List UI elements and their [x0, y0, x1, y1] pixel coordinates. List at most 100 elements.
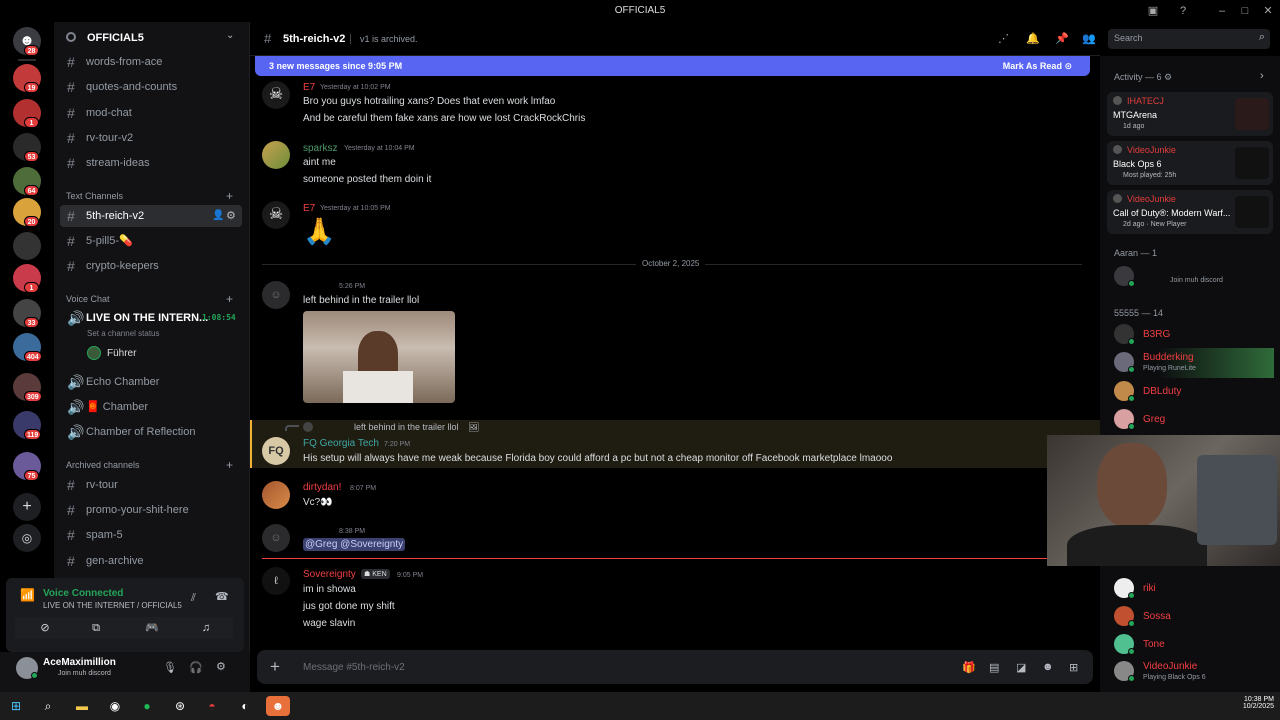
channel-item[interactable]: # words-from-ace: [60, 51, 242, 73]
channel-item[interactable]: # mod-chat: [60, 102, 242, 124]
avatar[interactable]: [262, 141, 290, 169]
help-icon[interactable]: ?: [1175, 3, 1191, 19]
minimize-icon[interactable]: –: [1214, 3, 1230, 19]
microphone-icon[interactable]: 🎙: [163, 661, 177, 674]
channel-topic[interactable]: v1 is archived.: [360, 34, 418, 44]
avatar[interactable]: FQ: [262, 437, 290, 465]
server-icon[interactable]: [13, 232, 41, 260]
message-author[interactable]: sparksz: [303, 143, 337, 154]
sticker-icon[interactable]: ◪: [1016, 661, 1026, 674]
activity-button[interactable]: 🎮: [123, 617, 181, 639]
noise-suppression-icon[interactable]: ⫽: [191, 592, 196, 605]
pin-icon[interactable]: 📌: [1055, 32, 1069, 45]
channel-item[interactable]: 🔊 Echo Chamber: [60, 371, 242, 393]
settings-gear-icon[interactable]: ⚙: [216, 660, 226, 673]
avatar[interactable]: ☺: [262, 524, 290, 552]
avatar[interactable]: ☠: [262, 201, 290, 229]
category-text-channels[interactable]: Text Channels: [66, 191, 123, 201]
discover-icon[interactable]: ◎: [13, 524, 41, 552]
server-name[interactable]: OFFICIAL5: [87, 32, 144, 44]
channel-item[interactable]: #5-pill5-💊: [60, 230, 242, 252]
message-author[interactable]: E7: [303, 203, 315, 214]
gif-icon[interactable]: ▤: [989, 661, 999, 674]
chevron-down-icon[interactable]: ⌄: [226, 30, 234, 41]
clan-tag[interactable]: ☗ KEN: [361, 569, 390, 579]
camera-button[interactable]: ⊘: [15, 617, 75, 639]
channel-item[interactable]: # rv-tour-v2: [60, 127, 242, 149]
inbox-icon[interactable]: ▣: [1145, 3, 1161, 19]
channel-item[interactable]: # crypto-keepers: [60, 255, 242, 277]
voice-connected-label[interactable]: Voice Connected: [43, 588, 123, 599]
mention-text[interactable]: @Greg @Sovereignty: [303, 538, 406, 551]
soundboard-button[interactable]: ♫: [179, 617, 233, 639]
discord-taskbar-icon[interactable]: ☻: [266, 696, 290, 716]
message-author[interactable]: dirtydan!: [303, 482, 341, 493]
activity-header[interactable]: Activity — 6 ⚙: [1114, 72, 1172, 83]
start-icon[interactable]: ⊞: [6, 696, 26, 716]
avatar[interactable]: [262, 481, 290, 509]
gift-icon[interactable]: 🎁: [962, 661, 976, 674]
member-item[interactable]: Tone: [1114, 634, 1274, 656]
app-icon[interactable]: ⊛: [170, 696, 190, 716]
spotify-icon[interactable]: ●: [137, 696, 157, 716]
channel-item[interactable]: # spam-5: [60, 524, 242, 546]
message-author[interactable]: Sovereignty: [303, 569, 356, 580]
member-item[interactable]: VideoJunkie Playing Black Ops 6: [1114, 661, 1274, 683]
channel-item[interactable]: #5th-reich-v2 👤 ⚙: [60, 205, 242, 227]
member-list-icon[interactable]: 👥: [1082, 32, 1096, 45]
chrome-icon[interactable]: ◉: [105, 696, 125, 716]
voice-connected-location[interactable]: LIVE ON THE INTERNET / OFFICIAL5: [43, 601, 182, 610]
avatar[interactable]: ☺: [262, 281, 290, 309]
member-item[interactable]: DBLduty: [1114, 381, 1274, 403]
clock[interactable]: 10:38 PM 10/2/2025: [1236, 696, 1274, 710]
add-channel-icon[interactable]: +: [226, 458, 233, 472]
search-icon[interactable]: ⌕: [38, 696, 58, 716]
channel-item[interactable]: 🔊 Chamber of Reflection: [60, 421, 242, 443]
message-input[interactable]: Message #5th-reich-v2: [303, 662, 405, 673]
member-item[interactable]: Budderking Playing RuneLite: [1108, 348, 1274, 378]
voice-user[interactable]: Führer: [107, 348, 136, 359]
member-item[interactable]: riki: [1114, 578, 1274, 600]
headphones-icon[interactable]: 🎧: [189, 661, 203, 674]
pokeball-icon[interactable]: ◓: [202, 696, 222, 716]
member-item[interactable]: B3RG: [1114, 324, 1274, 346]
channel-status[interactable]: Set a channel status: [87, 329, 160, 338]
apps-icon[interactable]: ⊞: [1069, 661, 1078, 674]
channel-item[interactable]: # rv-tour: [60, 474, 242, 496]
close-icon[interactable]: ✕: [1260, 3, 1276, 19]
username[interactable]: AceMaximillion: [43, 657, 116, 668]
avatar[interactable]: ☠: [262, 81, 290, 109]
threads-icon[interactable]: ⋰: [998, 32, 1009, 45]
channel-item[interactable]: # gen-archive: [60, 550, 242, 572]
channel-item[interactable]: # promo-your-shit-here: [60, 499, 242, 521]
channel-item[interactable]: # stream-ideas: [60, 152, 242, 174]
search-input[interactable]: Search ⌕: [1108, 29, 1270, 49]
reply-preview-text[interactable]: left behind in the trailer llol: [354, 422, 459, 432]
attach-plus-icon[interactable]: +: [270, 657, 280, 677]
channel-item[interactable]: 🔊 LIVE ON THE INTERN... 1:08:54: [60, 307, 242, 329]
notification-bell-icon[interactable]: 🔔: [1026, 32, 1040, 45]
activity-card[interactable]: VideoJunkie Call of Duty®: Modern Warf...…: [1107, 190, 1273, 234]
activity-card[interactable]: VideoJunkie Black Ops 6 Most played: 25h: [1107, 141, 1273, 185]
add-channel-icon[interactable]: +: [226, 189, 233, 203]
member-item[interactable]: Join muh discord: [1114, 266, 1274, 288]
file-explorer-icon[interactable]: ▬: [72, 696, 92, 716]
category-archived[interactable]: Archived channels: [66, 460, 140, 470]
member-item[interactable]: Greg: [1114, 409, 1274, 431]
new-messages-banner[interactable]: 3 new messages since 9:05 PM Mark As Rea…: [255, 56, 1090, 76]
disconnect-icon[interactable]: ☎: [215, 590, 229, 603]
activity-card[interactable]: IHATECJ MTGArena 1d ago: [1107, 92, 1273, 136]
maximize-icon[interactable]: □: [1237, 3, 1253, 19]
member-item[interactable]: Sossa: [1114, 606, 1274, 628]
category-voice-chat[interactable]: Voice Chat: [66, 294, 110, 304]
chevron-right-icon[interactable]: ›: [1260, 70, 1264, 82]
avatar[interactable]: ℓ: [262, 567, 290, 595]
image-attachment[interactable]: [303, 311, 455, 403]
channel-item[interactable]: 🔊 🧧 Chamber: [60, 396, 242, 418]
obs-icon[interactable]: ◐: [235, 696, 255, 716]
channel-item[interactable]: # quotes-and-counts: [60, 76, 242, 98]
message-author[interactable]: E7: [303, 82, 315, 93]
invite-icon[interactable]: 👤: [212, 205, 224, 227]
channel-settings-icon[interactable]: ⚙: [226, 205, 236, 227]
emoji-icon[interactable]: ☻: [1042, 661, 1054, 673]
